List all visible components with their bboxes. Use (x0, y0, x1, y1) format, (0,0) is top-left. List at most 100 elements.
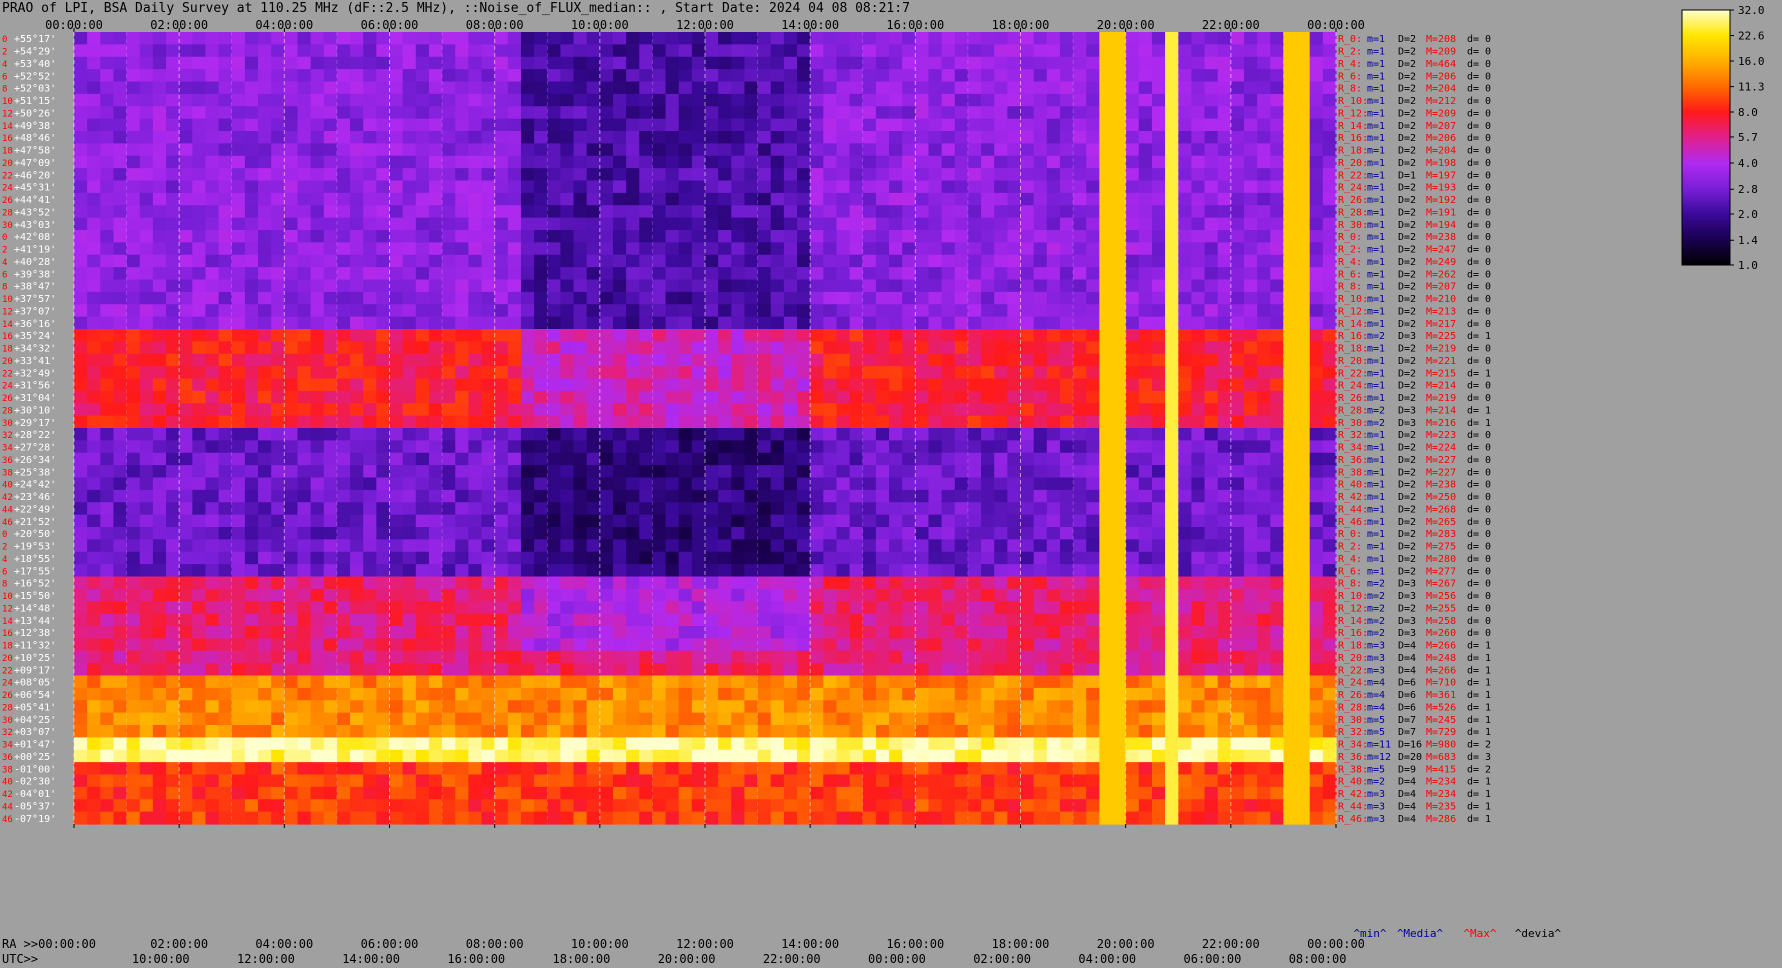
heatmap-cell (376, 353, 391, 367)
heatmap-cell (612, 279, 627, 293)
heatmap-cell (875, 192, 890, 206)
heatmap-cell (626, 316, 640, 330)
heatmap-cell (665, 452, 680, 466)
heatmap-cell (770, 304, 785, 318)
heatmap-cell (797, 279, 811, 293)
heatmap-cell (994, 168, 1008, 182)
heatmap-cell (258, 93, 272, 107)
heatmap-cell (481, 564, 496, 578)
heatmap-cell (915, 650, 930, 664)
heatmap-cell (691, 291, 706, 305)
heatmap-cell (1322, 230, 1337, 243)
heatmap-cell (1138, 489, 1153, 503)
heatmap-cell (179, 93, 193, 107)
heatmap-cell (810, 477, 824, 491)
heatmap-cell (166, 81, 180, 95)
heatmap-cell (455, 366, 469, 380)
heatmap-cell (639, 279, 654, 293)
heatmap-cell (74, 539, 88, 553)
heatmap-cell (1020, 477, 1035, 491)
heatmap-cell (941, 452, 956, 466)
heatmap-cell (797, 452, 811, 466)
heatmap-cell (1138, 69, 1153, 83)
heatmap-cell (1191, 638, 1206, 652)
heatmap-cell (1283, 143, 1298, 157)
heatmap-cell (1099, 329, 1114, 342)
heatmap-cell (862, 56, 877, 70)
heatmap-cell (100, 155, 115, 169)
heatmap-cell (994, 155, 1008, 169)
heatmap-cell (875, 341, 890, 355)
heatmap-cell (560, 230, 575, 243)
heatmap-cell (87, 180, 101, 194)
heatmap-cell (1204, 588, 1219, 602)
heatmap-cell (652, 576, 667, 590)
heatmap-cell (244, 341, 259, 355)
heatmap-cell (1243, 44, 1258, 58)
heatmap-cell (941, 279, 956, 293)
heatmap-cell (1191, 254, 1206, 268)
heatmap-cell (507, 81, 522, 95)
heatmap-cell (415, 291, 430, 305)
heatmap-cell (244, 44, 259, 58)
heatmap-cell (139, 551, 154, 565)
heatmap-cell (875, 539, 890, 553)
heatmap-cell (599, 329, 614, 342)
heatmap-cell (442, 440, 456, 454)
heatmap-cell (1322, 477, 1337, 491)
heatmap-cell (1296, 217, 1311, 231)
heatmap-cell (179, 353, 193, 367)
heatmap-cell (402, 56, 417, 70)
heatmap-cell (258, 477, 272, 491)
heatmap-cell (941, 601, 956, 615)
heatmap-cell (534, 366, 548, 380)
heatmap-cell (691, 650, 706, 664)
heatmap-cell (954, 638, 969, 652)
heatmap-cell (652, 242, 667, 256)
heatmap-cell (1151, 316, 1166, 330)
heatmap-cell (797, 353, 811, 367)
heatmap-cell (284, 638, 299, 652)
heatmap-cell (1309, 230, 1324, 243)
heatmap-cell (1322, 341, 1337, 355)
heatmap-cell (915, 32, 930, 45)
heatmap-cell (1059, 143, 1074, 157)
heatmap-cell (428, 217, 443, 231)
heatmap-cell (389, 291, 404, 305)
heatmap-cell (1243, 180, 1258, 194)
heatmap-cell (402, 81, 417, 95)
heatmap-cell (179, 254, 193, 268)
heatmap-cell (797, 539, 811, 553)
heatmap-cell (691, 638, 706, 652)
heatmap-cell (376, 428, 391, 441)
heatmap-cell (705, 527, 719, 540)
heatmap-cell (310, 56, 325, 70)
heatmap-cell (1125, 527, 1140, 540)
heatmap-cell (783, 143, 798, 157)
heatmap-cell (520, 477, 535, 491)
heatmap-cell (547, 588, 561, 602)
heatmap-cell (915, 44, 930, 58)
heatmap-cell (376, 551, 391, 565)
heatmap-cell (100, 366, 115, 380)
heatmap-cell (836, 353, 851, 367)
heatmap-cell (718, 502, 732, 516)
heatmap-cell (1309, 650, 1324, 664)
heatmap-cell (705, 626, 719, 639)
heatmap-cell (192, 304, 207, 318)
heatmap-cell (626, 93, 640, 107)
heatmap-cell (1086, 588, 1100, 602)
heatmap-cell (639, 217, 654, 231)
heatmap-cell (902, 118, 916, 132)
heatmap-cell (1204, 440, 1219, 454)
heatmap-cell (902, 316, 916, 330)
heatmap-cell (284, 551, 299, 565)
heatmap-cell (836, 242, 851, 256)
heatmap-cell (1125, 514, 1140, 528)
heatmap-cell (941, 168, 956, 182)
heatmap-cell (586, 32, 601, 45)
heatmap-cell (350, 254, 364, 268)
heatmap-cell (1217, 192, 1232, 206)
heatmap-cell (1046, 626, 1061, 639)
heatmap-cell (1283, 316, 1298, 330)
